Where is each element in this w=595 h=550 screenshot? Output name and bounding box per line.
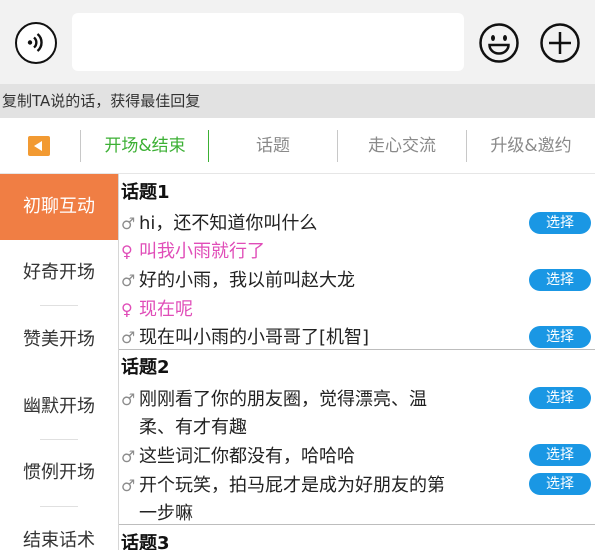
male-line: ♂ 开个玩笑，拍马屁才是成为好朋友的第: [121, 471, 445, 497]
male-line: ♂ hi，还不知道你叫什么: [121, 209, 317, 235]
male-icon: ♂: [121, 390, 136, 409]
tab-topics[interactable]: 话题: [210, 118, 336, 174]
male-line: ♂ 好的小雨，我以前叫赵大龙: [121, 266, 355, 292]
tab-divider: [80, 130, 81, 162]
line-text: 这些词汇你都没有，哈哈哈: [139, 446, 355, 467]
back-arrow-icon[interactable]: [28, 136, 50, 156]
category-item[interactable]: 结束话术: [0, 508, 118, 550]
category-divider: [40, 305, 78, 306]
tab-bar: 开场&结束 话题 走心交流 升级&邀约: [0, 118, 595, 174]
topic-title: 话题2: [121, 357, 170, 378]
line-text: 现在呢: [139, 299, 193, 320]
tab-upgrade-invite[interactable]: 升级&邀约: [468, 118, 594, 174]
voice-button[interactable]: [15, 22, 57, 64]
tab-divider: [337, 130, 338, 162]
topic-list: 话题1 ♂ hi，还不知道你叫什么 选择 ♀ 叫我小雨就行了 ♂ 好的小雨，我以前叫赵…: [119, 174, 595, 550]
tab-opening-ending[interactable]: 开场&结束: [82, 118, 208, 174]
plus-icon: [540, 23, 580, 63]
category-item[interactable]: 幽默开场: [0, 374, 118, 440]
topic-title: 话题3: [121, 533, 170, 550]
line-text: 现在叫小雨的小哥哥了[机智]: [139, 327, 370, 348]
select-button[interactable]: 选择: [529, 326, 591, 348]
topic-divider: [119, 524, 595, 525]
select-button[interactable]: 选择: [529, 387, 591, 409]
select-button[interactable]: 选择: [529, 269, 591, 291]
male-line: ♂ 现在叫小雨的小哥哥了[机智]: [121, 323, 369, 349]
male-icon: ♂: [121, 328, 136, 347]
category-sidebar: 初聊互动 好奇开场 赞美开场 幽默开场 惯例开场 结束话术: [0, 174, 118, 550]
category-item[interactable]: 赞美开场: [0, 307, 118, 373]
male-icon: ♂: [121, 271, 136, 290]
male-line: ♂ 这些词汇你都没有，哈哈哈: [121, 442, 355, 468]
line-text: 一步嘛: [139, 503, 193, 524]
line-text: 叫我小雨就行了: [139, 241, 265, 262]
tab-divider: [208, 130, 209, 162]
line-text: 刚刚看了你的朋友圈，觉得漂亮、温: [139, 389, 427, 410]
male-line-continued: 一步嘛: [121, 499, 193, 525]
female-icon: ♀: [121, 242, 133, 261]
topic-divider: [119, 349, 595, 350]
line-text: hi，还不知道你叫什么: [139, 213, 318, 234]
female-line: ♀ 现在呢: [121, 295, 193, 321]
select-button[interactable]: 选择: [529, 473, 591, 495]
female-line: ♀ 叫我小雨就行了: [121, 237, 265, 263]
tab-divider: [466, 130, 467, 162]
more-button[interactable]: [539, 22, 581, 64]
category-item[interactable]: 惯例开场: [0, 440, 118, 506]
male-icon: ♂: [121, 447, 136, 466]
input-bar: [0, 0, 595, 84]
emoji-button[interactable]: [478, 22, 520, 64]
tab-heart-talk[interactable]: 走心交流: [339, 118, 465, 174]
female-icon: ♀: [121, 300, 133, 319]
select-button[interactable]: 选择: [529, 444, 591, 466]
line-text: 开个玩笑，拍马屁才是成为好朋友的第: [139, 475, 445, 496]
emoji-icon: [479, 23, 519, 63]
category-divider: [40, 506, 78, 507]
message-input[interactable]: [72, 13, 464, 71]
male-icon: ♂: [121, 214, 136, 233]
male-icon: ♂: [121, 476, 136, 495]
line-text: 柔、有才有趣: [139, 417, 247, 438]
line-text: 好的小雨，我以前叫赵大龙: [139, 270, 355, 291]
topic-title: 话题1: [121, 182, 170, 203]
category-item[interactable]: 初聊互动: [0, 174, 118, 240]
hint-text: 复制TA说的话，获得最佳回复: [0, 84, 595, 118]
select-button[interactable]: 选择: [529, 212, 591, 234]
category-item[interactable]: 好奇开场: [0, 240, 118, 306]
voice-icon: [27, 33, 43, 52]
male-line: ♂ 刚刚看了你的朋友圈，觉得漂亮、温: [121, 385, 427, 411]
male-line-continued: 柔、有才有趣: [121, 413, 247, 439]
